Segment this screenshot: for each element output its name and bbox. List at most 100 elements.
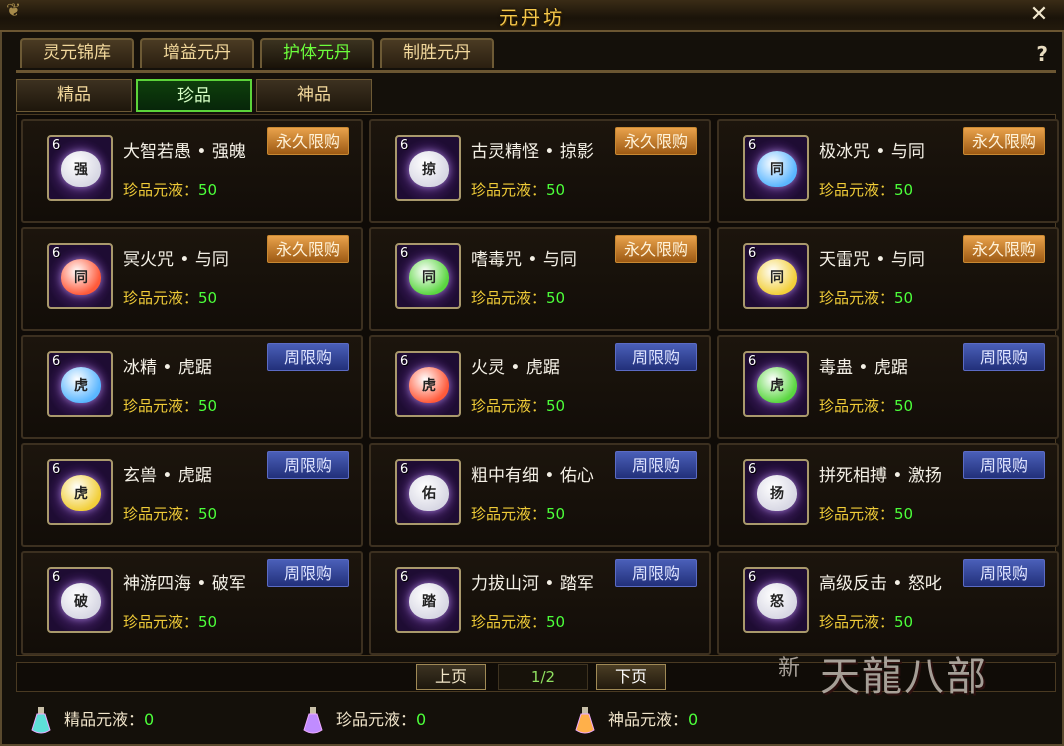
prev-page-button[interactable]: 上页: [416, 664, 486, 690]
potion-icon: [303, 707, 323, 734]
tab-lingyuan[interactable]: 灵元锦库: [20, 38, 134, 68]
item-price: 珍品元液：50: [819, 503, 913, 524]
yuandan-icon[interactable]: 6虎: [743, 351, 809, 417]
item-card[interactable]: 6 怒高级反击 • 怒叱 珍品元液：50 周限购: [717, 551, 1059, 655]
price-label: 珍品元液：: [123, 505, 199, 523]
item-level: 6: [52, 354, 61, 369]
item-card[interactable]: 6 同嗜毒咒 • 与同 珍品元液：50 永久限购: [369, 227, 711, 331]
liquid-label: 神品元液：: [608, 710, 689, 729]
item-card[interactable]: 6 虎冰精 • 虎踞 珍品元液：50 周限购: [21, 335, 363, 439]
yuandan-icon[interactable]: 6破: [47, 567, 113, 633]
potion-icon: [31, 707, 51, 734]
item-card[interactable]: 6 同冥火咒 • 与同 珍品元液：50 永久限购: [21, 227, 363, 331]
item-price: 珍品元液：50: [123, 611, 217, 632]
tab-zhisheng[interactable]: 制胜元丹: [380, 38, 494, 68]
price-value: 50: [546, 181, 566, 199]
permanent-limit-badge: 永久限购: [615, 235, 697, 263]
permanent-limit-badge: 永久限购: [615, 127, 697, 155]
item-card[interactable]: 6 虎火灵 • 虎踞 珍品元液：50 周限购: [369, 335, 711, 439]
weekly-limit-badge: 周限购: [615, 559, 697, 587]
stone-glyph: 虎: [757, 367, 797, 403]
item-price: 珍品元液：50: [471, 179, 565, 200]
item-card[interactable]: 6 虎毒蛊 • 虎踞 珍品元液：50 周限购: [717, 335, 1059, 439]
close-icon[interactable]: ✕: [1026, 2, 1052, 28]
price-value: 50: [894, 181, 914, 199]
item-name: 嗜毒咒 • 与同: [471, 250, 577, 270]
tab-zhenpin[interactable]: 珍品: [136, 79, 252, 112]
yuandan-icon[interactable]: 6强: [47, 135, 113, 201]
item-card[interactable]: 6 佑粗中有细 • 佑心 珍品元液：50 周限购: [369, 443, 711, 547]
item-card[interactable]: 6 扬拼死相搏 • 激扬 珍品元液：50 周限购: [717, 443, 1059, 547]
item-price: 珍品元液：50: [471, 395, 565, 416]
item-name: 力拔山河 • 踏军: [471, 574, 594, 594]
stone-glyph: 虎: [409, 367, 449, 403]
tab-zengyi[interactable]: 增益元丹: [140, 38, 254, 68]
yuandan-icon[interactable]: 6虎: [47, 459, 113, 525]
window-title: 元丹坊: [498, 7, 565, 29]
price-value: 50: [198, 397, 218, 415]
price-label: 珍品元液：: [471, 397, 547, 415]
price-value: 50: [894, 289, 914, 307]
price-value: 50: [546, 613, 566, 631]
yuandan-icon[interactable]: 6扬: [743, 459, 809, 525]
tab-shenpin[interactable]: 神品: [256, 79, 372, 112]
next-page-button[interactable]: 下页: [596, 664, 666, 690]
weekly-limit-badge: 周限购: [615, 451, 697, 479]
stone-glyph: 强: [61, 151, 101, 187]
price-value: 50: [546, 397, 566, 415]
weekly-limit-badge: 周限购: [267, 343, 349, 371]
page-indicator: 1/2: [498, 664, 588, 690]
item-card[interactable]: 6 踏力拔山河 • 踏军 珍品元液：50 周限购: [369, 551, 711, 655]
yuandan-icon[interactable]: 6同: [743, 243, 809, 309]
price-value: 50: [198, 613, 218, 631]
item-level: 6: [748, 138, 757, 153]
liquid-label: 精品元液：: [64, 710, 145, 729]
price-value: 50: [546, 289, 566, 307]
item-card[interactable]: 6 破神游四海 • 破军 珍品元液：50 周限购: [21, 551, 363, 655]
item-price: 珍品元液：50: [471, 503, 565, 524]
price-label: 珍品元液：: [123, 181, 199, 199]
yuandan-icon[interactable]: 6怒: [743, 567, 809, 633]
item-level: 6: [52, 462, 61, 477]
yuandan-icon[interactable]: 6踏: [395, 567, 461, 633]
price-value: 50: [198, 181, 218, 199]
item-level: 6: [52, 570, 61, 585]
liquid-label: 珍品元液：: [336, 710, 417, 729]
yuandan-icon[interactable]: 6同: [47, 243, 113, 309]
tab-jingpin[interactable]: 精品: [16, 79, 132, 112]
item-name: 极冰咒 • 与同: [819, 142, 925, 162]
stone-glyph: 佑: [409, 475, 449, 511]
potion-icon: [575, 707, 595, 734]
price-value: 50: [894, 613, 914, 631]
item-name: 拼死相搏 • 激扬: [819, 466, 942, 486]
stone-glyph: 虎: [61, 367, 101, 403]
item-price: 珍品元液：50: [819, 287, 913, 308]
item-card[interactable]: 6 同极冰咒 • 与同 珍品元液：50 永久限购: [717, 119, 1059, 223]
item-level: 6: [748, 246, 757, 261]
item-level: 6: [52, 138, 61, 153]
item-card[interactable]: 6 强大智若愚 • 强魄 珍品元液：50 永久限购: [21, 119, 363, 223]
stone-glyph: 踏: [409, 583, 449, 619]
item-card[interactable]: 6 同天雷咒 • 与同 珍品元液：50 永久限购: [717, 227, 1059, 331]
item-name: 毒蛊 • 虎踞: [819, 358, 908, 378]
item-card[interactable]: 6 虎玄兽 • 虎踞 珍品元液：50 周限购: [21, 443, 363, 547]
item-name: 火灵 • 虎踞: [471, 358, 560, 378]
yuandan-icon[interactable]: 6同: [395, 243, 461, 309]
yuandan-icon[interactable]: 6虎: [395, 351, 461, 417]
item-name: 冰精 • 虎踞: [123, 358, 212, 378]
help-icon[interactable]: ?: [1036, 42, 1048, 66]
item-name: 天雷咒 • 与同: [819, 250, 925, 270]
title-bar: ❦ 元丹坊 ✕: [0, 0, 1064, 32]
yuandan-icon[interactable]: 6佑: [395, 459, 461, 525]
tab-huti[interactable]: 护体元丹: [260, 38, 374, 68]
item-name: 大智若愚 • 强魄: [123, 142, 246, 162]
item-level: 6: [400, 138, 409, 153]
item-level: 6: [400, 570, 409, 585]
yuandan-icon[interactable]: 6掠: [395, 135, 461, 201]
item-level: 6: [52, 246, 61, 261]
item-card[interactable]: 6 掠古灵精怪 • 掠影 珍品元液：50 永久限购: [369, 119, 711, 223]
yuandan-icon[interactable]: 6同: [743, 135, 809, 201]
item-level: 6: [400, 462, 409, 477]
yuandan-icon[interactable]: 6虎: [47, 351, 113, 417]
price-label: 珍品元液：: [819, 289, 895, 307]
